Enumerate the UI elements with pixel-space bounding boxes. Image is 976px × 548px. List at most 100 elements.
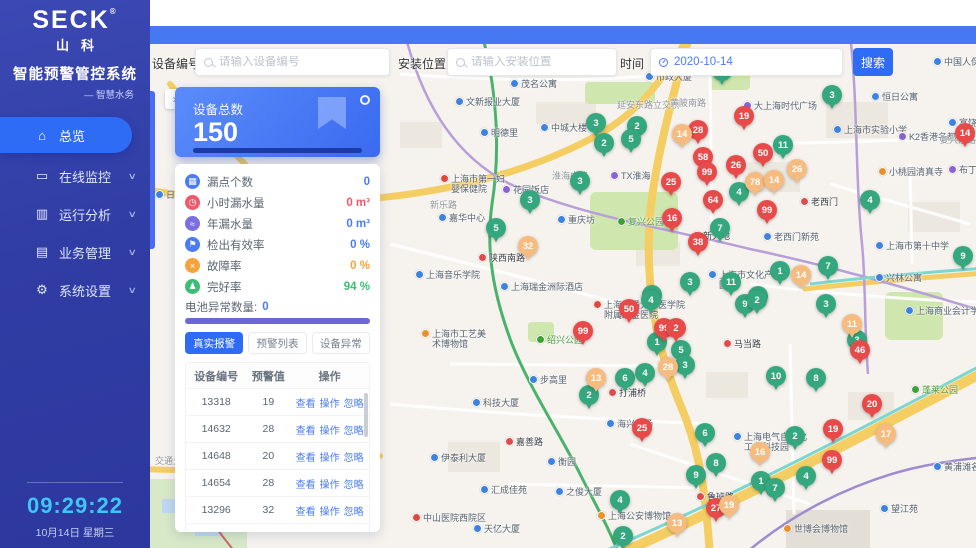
map-pin[interactable]: 17: [876, 424, 896, 444]
map-pin[interactable]: 50: [753, 143, 773, 163]
purple-poi-icon: [898, 132, 907, 141]
map-pin[interactable]: 8: [806, 368, 826, 388]
map-pin[interactable]: 38: [688, 232, 708, 252]
action-operate[interactable]: 操作: [320, 449, 340, 464]
map-pin[interactable]: 4: [641, 290, 661, 310]
location-input[interactable]: [471, 56, 625, 68]
map-pin[interactable]: 2: [785, 426, 805, 446]
map-pin[interactable]: 6: [615, 368, 635, 388]
card-circle-button[interactable]: [360, 95, 370, 105]
sidebar-item-monitoring[interactable]: ▭在线监控∨: [0, 161, 150, 191]
action-operate[interactable]: 操作: [320, 503, 340, 518]
map-pin[interactable]: 3: [822, 85, 842, 105]
map-pin[interactable]: 78: [745, 172, 765, 192]
map-pin[interactable]: 3: [586, 113, 606, 133]
map-pin[interactable]: 3: [520, 190, 540, 210]
time-input[interactable]: [674, 56, 834, 68]
map-pin[interactable]: 26: [787, 159, 807, 179]
tab-warning-list[interactable]: 预警列表: [248, 332, 306, 354]
map-pin[interactable]: 25: [632, 418, 652, 438]
action-operate[interactable]: 操作: [320, 530, 340, 533]
device-id-cell: 13318: [186, 396, 246, 408]
map-pin[interactable]: 4: [796, 466, 816, 486]
device-id-input[interactable]: [219, 56, 381, 68]
map-pin[interactable]: 19: [734, 106, 754, 126]
map-pin[interactable]: 25: [661, 172, 681, 192]
map-pin[interactable]: 16: [750, 442, 770, 462]
map-pin[interactable]: 26: [726, 155, 746, 175]
sidebar-item-settings[interactable]: ⚙系统设置∨: [0, 275, 150, 305]
map-pin[interactable]: 8: [706, 453, 726, 473]
map-pin[interactable]: 14: [955, 123, 975, 143]
map-label: 嘉善路: [505, 437, 543, 447]
search-button[interactable]: 搜索: [853, 48, 893, 76]
map-pin[interactable]: 19: [823, 419, 843, 439]
table-scrollbar[interactable]: [364, 393, 368, 437]
action-ignore[interactable]: 忽略: [344, 395, 364, 410]
map-pin[interactable]: 9: [953, 246, 973, 266]
action-ignore[interactable]: 忽略: [344, 449, 364, 464]
map-pin[interactable]: 11: [842, 314, 862, 334]
map-pin[interactable]: 2: [666, 318, 686, 338]
map-pin[interactable]: 2: [747, 290, 767, 310]
map-pin[interactable]: 14: [672, 124, 692, 144]
sidebar-item-business[interactable]: ▤业务管理∨: [0, 237, 150, 267]
map-pin[interactable]: 20: [862, 394, 882, 414]
map-pin[interactable]: 99: [822, 450, 842, 470]
map-pin[interactable]: 3: [816, 294, 836, 314]
action-view[interactable]: 查看: [296, 530, 316, 533]
action-operate[interactable]: 操作: [320, 422, 340, 437]
action-operate[interactable]: 操作: [320, 476, 340, 491]
map-pin[interactable]: 50: [619, 299, 639, 319]
map-pin[interactable]: 14: [764, 170, 784, 190]
map-pin[interactable]: 2: [594, 133, 614, 153]
action-ignore[interactable]: 忽略: [344, 503, 364, 518]
blue-poi-icon: [606, 419, 615, 428]
map-pin[interactable]: 64: [703, 190, 723, 210]
sidebar-item-overview[interactable]: ⌂总览: [0, 117, 132, 153]
tab-device-abnormal[interactable]: 设备异常: [312, 332, 370, 354]
map-pin[interactable]: 99: [697, 162, 717, 182]
map-pin[interactable]: 7: [818, 256, 838, 276]
map-pin[interactable]: 4: [860, 190, 880, 210]
map-pin[interactable]: 3: [680, 272, 700, 292]
map-pin[interactable]: 3: [675, 355, 695, 375]
map-pin[interactable]: 11: [721, 272, 741, 292]
map-pin[interactable]: 14: [791, 265, 811, 285]
sidebar-item-analysis[interactable]: ▥运行分析∨: [0, 199, 150, 229]
action-view[interactable]: 查看: [296, 476, 316, 491]
map-pin[interactable]: 13: [586, 368, 606, 388]
map-pin[interactable]: 7: [765, 478, 785, 498]
map-pin[interactable]: 19: [719, 495, 739, 515]
map-pin[interactable]: 13: [667, 513, 687, 533]
map-pin[interactable]: 99: [757, 200, 777, 220]
map-pin[interactable]: 1: [770, 261, 790, 281]
metro-poi-icon: [696, 492, 705, 501]
map-pin[interactable]: 11: [773, 135, 793, 155]
action-view[interactable]: 查看: [296, 449, 316, 464]
map-pin[interactable]: 16: [662, 208, 682, 228]
action-view[interactable]: 查看: [296, 395, 316, 410]
action-view[interactable]: 查看: [296, 503, 316, 518]
action-ignore[interactable]: 忽略: [344, 530, 364, 533]
action-ignore[interactable]: 忽略: [344, 422, 364, 437]
map-pin[interactable]: 6: [695, 423, 715, 443]
action-view[interactable]: 查看: [296, 422, 316, 437]
map-pin[interactable]: 9: [686, 465, 706, 485]
map-pin[interactable]: 28: [658, 357, 678, 377]
map-pin[interactable]: 10: [766, 366, 786, 386]
map-pin[interactable]: 46: [850, 340, 870, 360]
tab-real-alarm[interactable]: 真实报警: [185, 332, 243, 354]
map-pin[interactable]: 3: [570, 171, 590, 191]
map-label: 新乐路: [430, 200, 457, 210]
action-ignore[interactable]: 忽略: [344, 476, 364, 491]
map-pin[interactable]: 5: [486, 218, 506, 238]
map-pin[interactable]: 4: [610, 490, 630, 510]
map-pin[interactable]: 32: [518, 236, 538, 256]
map-pin[interactable]: 7: [710, 218, 730, 238]
map-pin[interactable]: 2: [613, 526, 633, 546]
map-pin[interactable]: 4: [635, 363, 655, 383]
map-pin[interactable]: 5: [621, 129, 641, 149]
map-pin[interactable]: 99: [573, 321, 593, 341]
action-operate[interactable]: 操作: [320, 395, 340, 410]
